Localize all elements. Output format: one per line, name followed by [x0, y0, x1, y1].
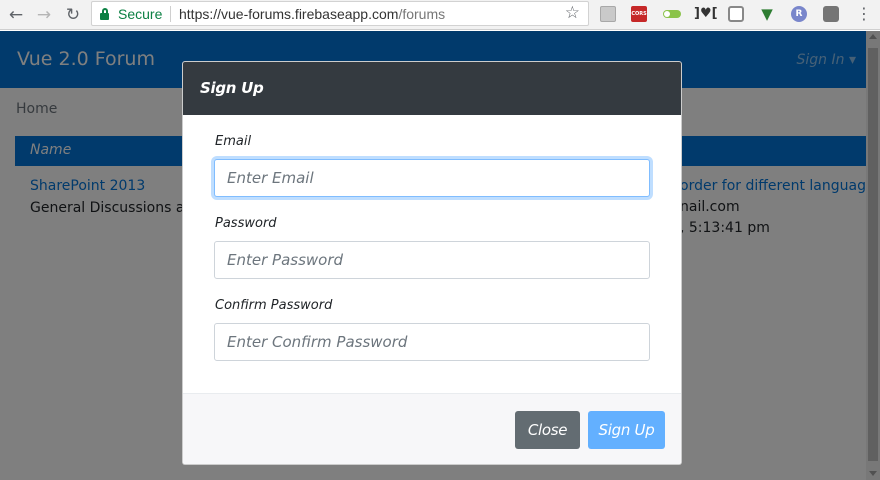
confirm-password-label: Confirm Password: [215, 298, 333, 313]
menu-dots-icon[interactable]: ⋮: [856, 4, 872, 23]
browser-toolbar: ← → ↻ Secure https://vue-forums.firebase…: [0, 0, 880, 30]
security-indicator[interactable]: Secure: [118, 6, 162, 22]
address-bar[interactable]: Secure https://vue-forums.firebaseapp.co…: [91, 1, 589, 26]
signup-modal: Sign Up Email Password Confirm Password …: [182, 61, 682, 465]
url-path: /forums: [398, 6, 446, 22]
vue-devtools-icon[interactable]: ▼: [759, 6, 775, 22]
email-field[interactable]: [214, 159, 650, 197]
download-extension-icon[interactable]: [600, 6, 616, 22]
address-divider: [170, 6, 171, 22]
bracket-extension-icon[interactable]: ]♥[: [694, 6, 718, 22]
forward-arrow-icon[interactable]: →: [33, 4, 55, 26]
star-icon[interactable]: ☆: [565, 3, 580, 23]
url-origin: https://vue-forums.firebaseapp.com: [179, 6, 399, 22]
modal-title: Sign Up: [200, 79, 264, 97]
cors-extension-icon[interactable]: CORS: [631, 6, 647, 22]
password-label: Password: [215, 216, 277, 231]
confirm-password-field[interactable]: [214, 323, 650, 361]
react-extension-icon[interactable]: R: [791, 6, 807, 22]
lock-icon: [100, 8, 109, 20]
back-arrow-icon[interactable]: ←: [5, 4, 27, 26]
toggle-extension-icon[interactable]: [663, 6, 681, 22]
url-text[interactable]: https://vue-forums.firebaseapp.com/forum…: [179, 6, 445, 22]
close-button[interactable]: Close: [515, 411, 580, 449]
modal-header: Sign Up: [183, 62, 681, 115]
reload-icon[interactable]: ↻: [62, 4, 84, 26]
square-extension-icon[interactable]: [823, 6, 839, 22]
email-label: Email: [215, 134, 252, 149]
hexagon-extension-icon[interactable]: [728, 6, 744, 22]
modal-footer: Close Sign Up: [183, 393, 681, 464]
password-field[interactable]: [214, 241, 650, 279]
signup-button[interactable]: Sign Up: [588, 411, 665, 449]
